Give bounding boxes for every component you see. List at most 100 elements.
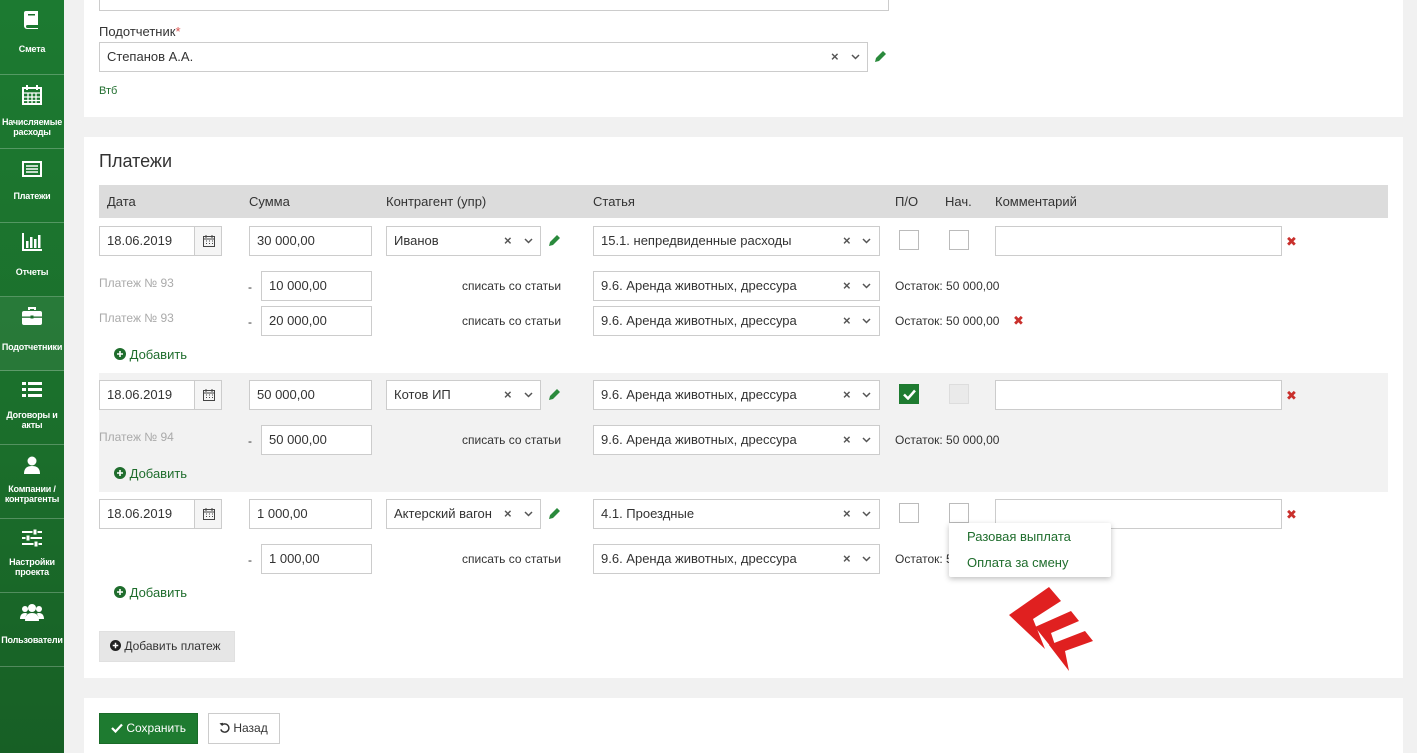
col-article: Статья bbox=[593, 194, 635, 209]
dropdown-item-one-time-payment[interactable]: Разовая выплата bbox=[967, 529, 1071, 544]
footer-panel bbox=[84, 698, 1403, 753]
briefcase-icon bbox=[22, 307, 42, 325]
sidebar-item-estimate[interactable]: Смета bbox=[0, 0, 64, 75]
accountable-select[interactable]: Степанов А.А. bbox=[99, 42, 868, 72]
top-partial-input[interactable]: 10 bbox=[99, 0, 889, 11]
split-amount-input[interactable]: 50 000,00 bbox=[261, 425, 372, 455]
nach-checkbox-disabled bbox=[949, 384, 969, 404]
sidebar-item-accrued-expenses[interactable]: Начисляемые расходы bbox=[0, 75, 64, 149]
col-comment: Комментарий bbox=[995, 194, 1077, 209]
split-amount-input[interactable]: 20 000,00 bbox=[261, 306, 372, 336]
pencil-icon[interactable] bbox=[548, 234, 561, 247]
chevron-down-icon[interactable] bbox=[524, 392, 533, 398]
sidebar-item-accountables[interactable]: Подотчетники bbox=[0, 297, 64, 371]
remainder-text: Остаток: 50 000,00 bbox=[895, 314, 1000, 328]
nach-checkbox[interactable] bbox=[949, 503, 969, 523]
counterparty-select[interactable]: Актерский вагон bbox=[386, 499, 541, 529]
sum-input[interactable]: 30 000,00 bbox=[249, 226, 372, 256]
split-article-select[interactable]: 9.6. Аренда животных, дрессура bbox=[593, 306, 880, 336]
back-button[interactable]: Назад bbox=[208, 713, 280, 744]
list-alt-icon bbox=[22, 161, 42, 177]
calendar-button[interactable] bbox=[194, 226, 222, 256]
sum-input[interactable]: 1 000,00 bbox=[249, 499, 372, 529]
comment-input[interactable] bbox=[995, 226, 1282, 256]
split-article-select[interactable]: 9.6. Аренда животных, дрессура bbox=[593, 271, 880, 301]
clear-icon[interactable]: × bbox=[831, 49, 839, 64]
chevron-down-icon[interactable] bbox=[851, 54, 860, 60]
calendar-icon bbox=[203, 389, 215, 401]
split-label: Платеж № 93 bbox=[99, 276, 174, 290]
clear-icon[interactable]: × bbox=[843, 233, 851, 248]
chevron-down-icon[interactable] bbox=[862, 318, 871, 324]
dropdown-item-shift-payment[interactable]: Оплата за смену bbox=[967, 555, 1068, 570]
sidebar-item-project-settings[interactable]: Настройки проекта bbox=[0, 519, 64, 593]
write-off-label: списать со статьи bbox=[462, 314, 562, 328]
po-checkbox-checked[interactable] bbox=[899, 384, 919, 404]
chevron-down-icon[interactable] bbox=[862, 238, 871, 244]
chevron-down-icon[interactable] bbox=[862, 283, 871, 289]
chevron-down-icon[interactable] bbox=[862, 511, 871, 517]
clear-icon[interactable]: × bbox=[504, 387, 512, 402]
clear-icon[interactable]: × bbox=[504, 506, 512, 521]
date-input[interactable]: 18.06.2019 bbox=[99, 380, 195, 410]
article-select[interactable]: 15.1. непредвиденные расходы bbox=[593, 226, 880, 256]
minus-sign: - bbox=[248, 315, 252, 329]
clear-icon[interactable]: × bbox=[843, 506, 851, 521]
counterparty-select[interactable]: Иванов bbox=[386, 226, 541, 256]
chevron-down-icon[interactable] bbox=[524, 511, 533, 517]
pencil-icon[interactable] bbox=[874, 50, 887, 63]
split-article-select[interactable]: 9.6. Аренда животных, дрессура bbox=[593, 425, 880, 455]
sidebar-item-users[interactable]: Пользователи bbox=[0, 593, 64, 667]
delete-payment-icon[interactable]: ✖ bbox=[1286, 234, 1297, 250]
save-button[interactable]: Сохранить bbox=[99, 713, 198, 744]
date-input[interactable]: 18.06.2019 bbox=[99, 226, 195, 256]
date-input[interactable]: 18.06.2019 bbox=[99, 499, 195, 529]
calendar-button[interactable] bbox=[194, 380, 222, 410]
sidebar-item-companies[interactable]: Компании / контрагенты bbox=[0, 445, 64, 519]
plus-circle-icon bbox=[114, 348, 126, 360]
remainder-text: Остаток: 50 000,00 bbox=[895, 433, 1000, 447]
annotation-arrow-icon bbox=[1009, 587, 1093, 671]
pencil-icon[interactable] bbox=[548, 507, 561, 520]
article-select[interactable]: 4.1. Проездные bbox=[593, 499, 880, 529]
sidebar-item-label: Пользователи bbox=[1, 635, 63, 645]
sidebar-item-contracts[interactable]: Договоры и акты bbox=[0, 371, 64, 445]
sidebar-item-label: Смета bbox=[18, 44, 46, 54]
delete-payment-icon[interactable]: ✖ bbox=[1286, 388, 1297, 404]
add-split-link[interactable]: Добавить bbox=[114, 585, 187, 600]
chevron-down-icon[interactable] bbox=[524, 238, 533, 244]
chevron-down-icon[interactable] bbox=[862, 392, 871, 398]
article-select[interactable]: 9.6. Аренда животных, дрессура bbox=[593, 380, 880, 410]
chevron-down-icon[interactable] bbox=[862, 437, 871, 443]
sum-input[interactable]: 50 000,00 bbox=[249, 380, 372, 410]
delete-split-icon[interactable]: ✖ bbox=[1013, 313, 1024, 329]
clear-icon[interactable]: × bbox=[843, 432, 851, 447]
clear-icon[interactable]: × bbox=[843, 313, 851, 328]
delete-payment-icon[interactable]: ✖ bbox=[1286, 507, 1297, 523]
split-article-select[interactable]: 9.6. Аренда животных, дрессура bbox=[593, 544, 880, 574]
sidebar-item-reports[interactable]: Отчеты bbox=[0, 223, 64, 297]
clear-icon[interactable]: × bbox=[843, 387, 851, 402]
comment-input[interactable] bbox=[995, 380, 1282, 410]
clear-icon[interactable]: × bbox=[504, 233, 512, 248]
pencil-icon[interactable] bbox=[548, 388, 561, 401]
payments-table-header: Дата Сумма Контрагент (упр) Статья П/О Н… bbox=[99, 185, 1388, 218]
chevron-down-icon[interactable] bbox=[862, 556, 871, 562]
counterparty-select[interactable]: Котов ИП bbox=[386, 380, 541, 410]
split-amount-input[interactable]: 10 000,00 bbox=[261, 271, 372, 301]
nach-checkbox[interactable] bbox=[949, 230, 969, 250]
add-split-link[interactable]: Добавить bbox=[114, 347, 187, 362]
bank-link[interactable]: Втб bbox=[99, 85, 117, 97]
add-payment-button[interactable]: Добавить платеж bbox=[99, 631, 235, 662]
po-checkbox[interactable] bbox=[899, 503, 919, 523]
check-icon bbox=[903, 389, 916, 400]
calendar-icon bbox=[203, 235, 215, 247]
remainder-text: Остаток: 50 000,00 bbox=[895, 279, 1000, 293]
po-checkbox[interactable] bbox=[899, 230, 919, 250]
split-amount-input[interactable]: 1 000,00 bbox=[261, 544, 372, 574]
clear-icon[interactable]: × bbox=[843, 551, 851, 566]
calendar-button[interactable] bbox=[194, 499, 222, 529]
clear-icon[interactable]: × bbox=[843, 278, 851, 293]
add-split-link[interactable]: Добавить bbox=[114, 466, 187, 481]
sidebar-item-payments[interactable]: Платежи bbox=[0, 149, 64, 223]
